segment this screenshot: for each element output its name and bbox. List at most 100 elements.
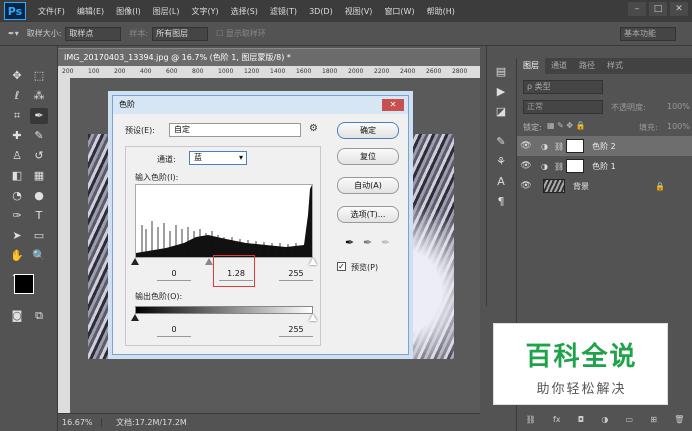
options-button[interactable]: 选项(T)... <box>337 206 399 223</box>
paragraph-panel-icon[interactable]: ¶ <box>493 194 509 210</box>
link-icon[interactable]: ⛓ <box>526 415 536 424</box>
show-ring-checkbox[interactable]: ☐ 显示取样环 <box>216 28 266 39</box>
crop-tool-icon[interactable]: ⌗ <box>8 108 26 124</box>
document-tab[interactable]: IMG_20170403_13394.jpg @ 16.7% (色阶 1, 图层… <box>58 48 480 66</box>
lock-icons[interactable]: ▦ ✎ ✥ 🔒 <box>547 121 586 130</box>
input-gamma-slider[interactable] <box>205 258 213 265</box>
dialog-close-icon[interactable]: ✕ <box>382 99 404 111</box>
menu-select[interactable]: 选择(S) <box>231 6 258 17</box>
menu-type[interactable]: 文字(Y) <box>191 6 218 17</box>
preset-select[interactable]: 自定 <box>169 123 301 137</box>
zoom-tool-icon[interactable]: 🔍 <box>30 248 48 264</box>
menu-edit[interactable]: 编辑(E) <box>77 6 104 17</box>
input-black-slider[interactable] <box>131 258 139 265</box>
eraser-tool-icon[interactable]: ◧ <box>8 168 26 184</box>
character-panel-icon[interactable]: A <box>493 174 509 190</box>
sample-size-select[interactable]: 取样点 <box>65 26 122 41</box>
reset-button[interactable]: 复位 <box>337 148 399 165</box>
output-black-value[interactable]: 0 <box>157 323 191 337</box>
properties-panel-icon[interactable]: ◪ <box>493 104 509 120</box>
menu-image[interactable]: 图像(I) <box>116 6 141 17</box>
tab-styles[interactable]: 样式 <box>601 58 629 74</box>
lasso-tool-icon[interactable]: ℓ <box>8 88 26 104</box>
foreground-color-swatch[interactable] <box>14 274 34 294</box>
path-select-tool-icon[interactable]: ➤ <box>8 228 26 244</box>
clone-stamp-tool-icon[interactable]: ♙ <box>8 148 26 164</box>
eye-icon[interactable]: 👁 <box>517 181 535 191</box>
tab-channels[interactable]: 通道 <box>545 58 573 74</box>
preset-options-icon[interactable]: ⚙ <box>309 123 318 134</box>
brush-panel-icon[interactable]: ✎ <box>493 134 509 150</box>
chain-icon[interactable]: ⛓ <box>554 162 564 171</box>
maximize-icon[interactable]: □ <box>649 2 667 16</box>
menu-file[interactable]: 文件(F) <box>38 6 65 17</box>
menu-window[interactable]: 窗口(W) <box>384 6 414 17</box>
trash-icon[interactable]: 🗑 <box>674 415 684 424</box>
healing-brush-tool-icon[interactable]: ✚ <box>8 128 26 144</box>
output-white-slider[interactable] <box>309 314 317 321</box>
hand-tool-icon[interactable]: ✋ <box>8 248 26 264</box>
menu-view[interactable]: 视图(V) <box>345 6 373 17</box>
blur-tool-icon[interactable]: ◔ <box>8 188 26 204</box>
sample-select[interactable]: 所有图层 <box>152 26 209 41</box>
history-panel-icon[interactable]: ▤ <box>493 64 509 80</box>
layer-row[interactable]: 👁 背景 🔒 <box>517 176 692 196</box>
layer-mask-thumb[interactable] <box>566 139 585 153</box>
fx-icon[interactable]: fx <box>553 415 561 424</box>
group-icon[interactable]: ▭ <box>626 415 634 424</box>
auto-button[interactable]: 自动(A) <box>337 177 399 194</box>
output-white-value[interactable]: 255 <box>279 323 313 337</box>
layer-row[interactable]: 👁 ◑ ⛓ 色阶 2 <box>517 136 692 156</box>
dodge-tool-icon[interactable]: ● <box>30 188 48 204</box>
close-icon[interactable]: ✕ <box>670 2 688 16</box>
preview-checkbox[interactable]: ✓ <box>337 262 346 271</box>
gradient-tool-icon[interactable]: ▦ <box>30 168 48 184</box>
brush-tool-icon[interactable]: ✎ <box>30 128 48 144</box>
minimize-icon[interactable]: – <box>628 2 646 16</box>
layer-mask-thumb[interactable] <box>566 159 585 173</box>
black-eyedropper-icon[interactable]: ✒ <box>345 236 354 249</box>
ok-button[interactable]: 确定 <box>337 122 399 139</box>
move-tool-icon[interactable]: ✥ <box>8 68 26 84</box>
options-bar: ✒▾ 取样大小: 取样点 样本: 所有图层 ☐ 显示取样环 基本功能 <box>0 22 692 46</box>
magic-wand-tool-icon[interactable]: ⁂ <box>30 88 48 104</box>
opacity-value[interactable]: 100% <box>667 102 690 111</box>
gray-eyedropper-icon[interactable]: ✒ <box>363 236 372 249</box>
history-brush-tool-icon[interactable]: ↺ <box>30 148 48 164</box>
blend-mode-select[interactable]: 正常 <box>523 100 603 114</box>
workspace-select[interactable]: 基本功能 <box>620 27 676 41</box>
eyedropper-tool-icon[interactable]: ✒ <box>30 108 48 124</box>
menu-help[interactable]: 帮助(H) <box>427 6 455 17</box>
layer-thumb[interactable] <box>543 179 565 193</box>
new-layer-icon[interactable]: ⊞ <box>650 415 657 424</box>
fill-value[interactable]: 100% <box>667 122 690 131</box>
menu-layer[interactable]: 图层(L) <box>153 6 180 17</box>
menu-3d[interactable]: 3D(D) <box>309 7 333 16</box>
actions-panel-icon[interactable]: ▶ <box>493 84 509 100</box>
quick-mask-icon[interactable]: ◙ <box>8 308 26 324</box>
input-black-value[interactable]: 0 <box>157 267 191 281</box>
eye-icon[interactable]: 👁 <box>517 141 535 151</box>
eyedropper-icon[interactable]: ✒▾ <box>8 29 19 38</box>
adjustment-layer-icon[interactable]: ◑ <box>601 415 608 424</box>
input-white-value[interactable]: 255 <box>279 267 313 281</box>
screen-mode-icon[interactable]: ⧉ <box>30 308 48 324</box>
clone-source-icon[interactable]: ⚘ <box>493 154 509 170</box>
output-black-slider[interactable] <box>131 314 139 321</box>
eye-icon[interactable]: 👁 <box>517 161 535 171</box>
white-eyedropper-icon[interactable]: ✒ <box>381 236 390 249</box>
layer-filter-select[interactable]: ρ 类型 <box>523 80 603 94</box>
shape-tool-icon[interactable]: ▭ <box>30 228 48 244</box>
tab-paths[interactable]: 路径 <box>573 58 601 74</box>
marquee-tool-icon[interactable]: ⬚ <box>30 68 48 84</box>
chain-icon[interactable]: ⛓ <box>554 142 564 151</box>
type-tool-icon[interactable]: T <box>30 208 48 224</box>
layer-row[interactable]: 👁 ◑ ⛓ 色阶 1 <box>517 156 692 176</box>
mask-icon[interactable]: ◘ <box>578 415 584 424</box>
input-white-slider[interactable] <box>309 258 317 265</box>
menu-filter[interactable]: 滤镜(T) <box>270 6 297 17</box>
channel-select[interactable]: 蓝 ▾ <box>189 151 247 165</box>
zoom-level[interactable]: 16.67% <box>58 418 102 427</box>
tab-layers[interactable]: 图层 <box>517 58 545 74</box>
pen-tool-icon[interactable]: ✑ <box>8 208 26 224</box>
